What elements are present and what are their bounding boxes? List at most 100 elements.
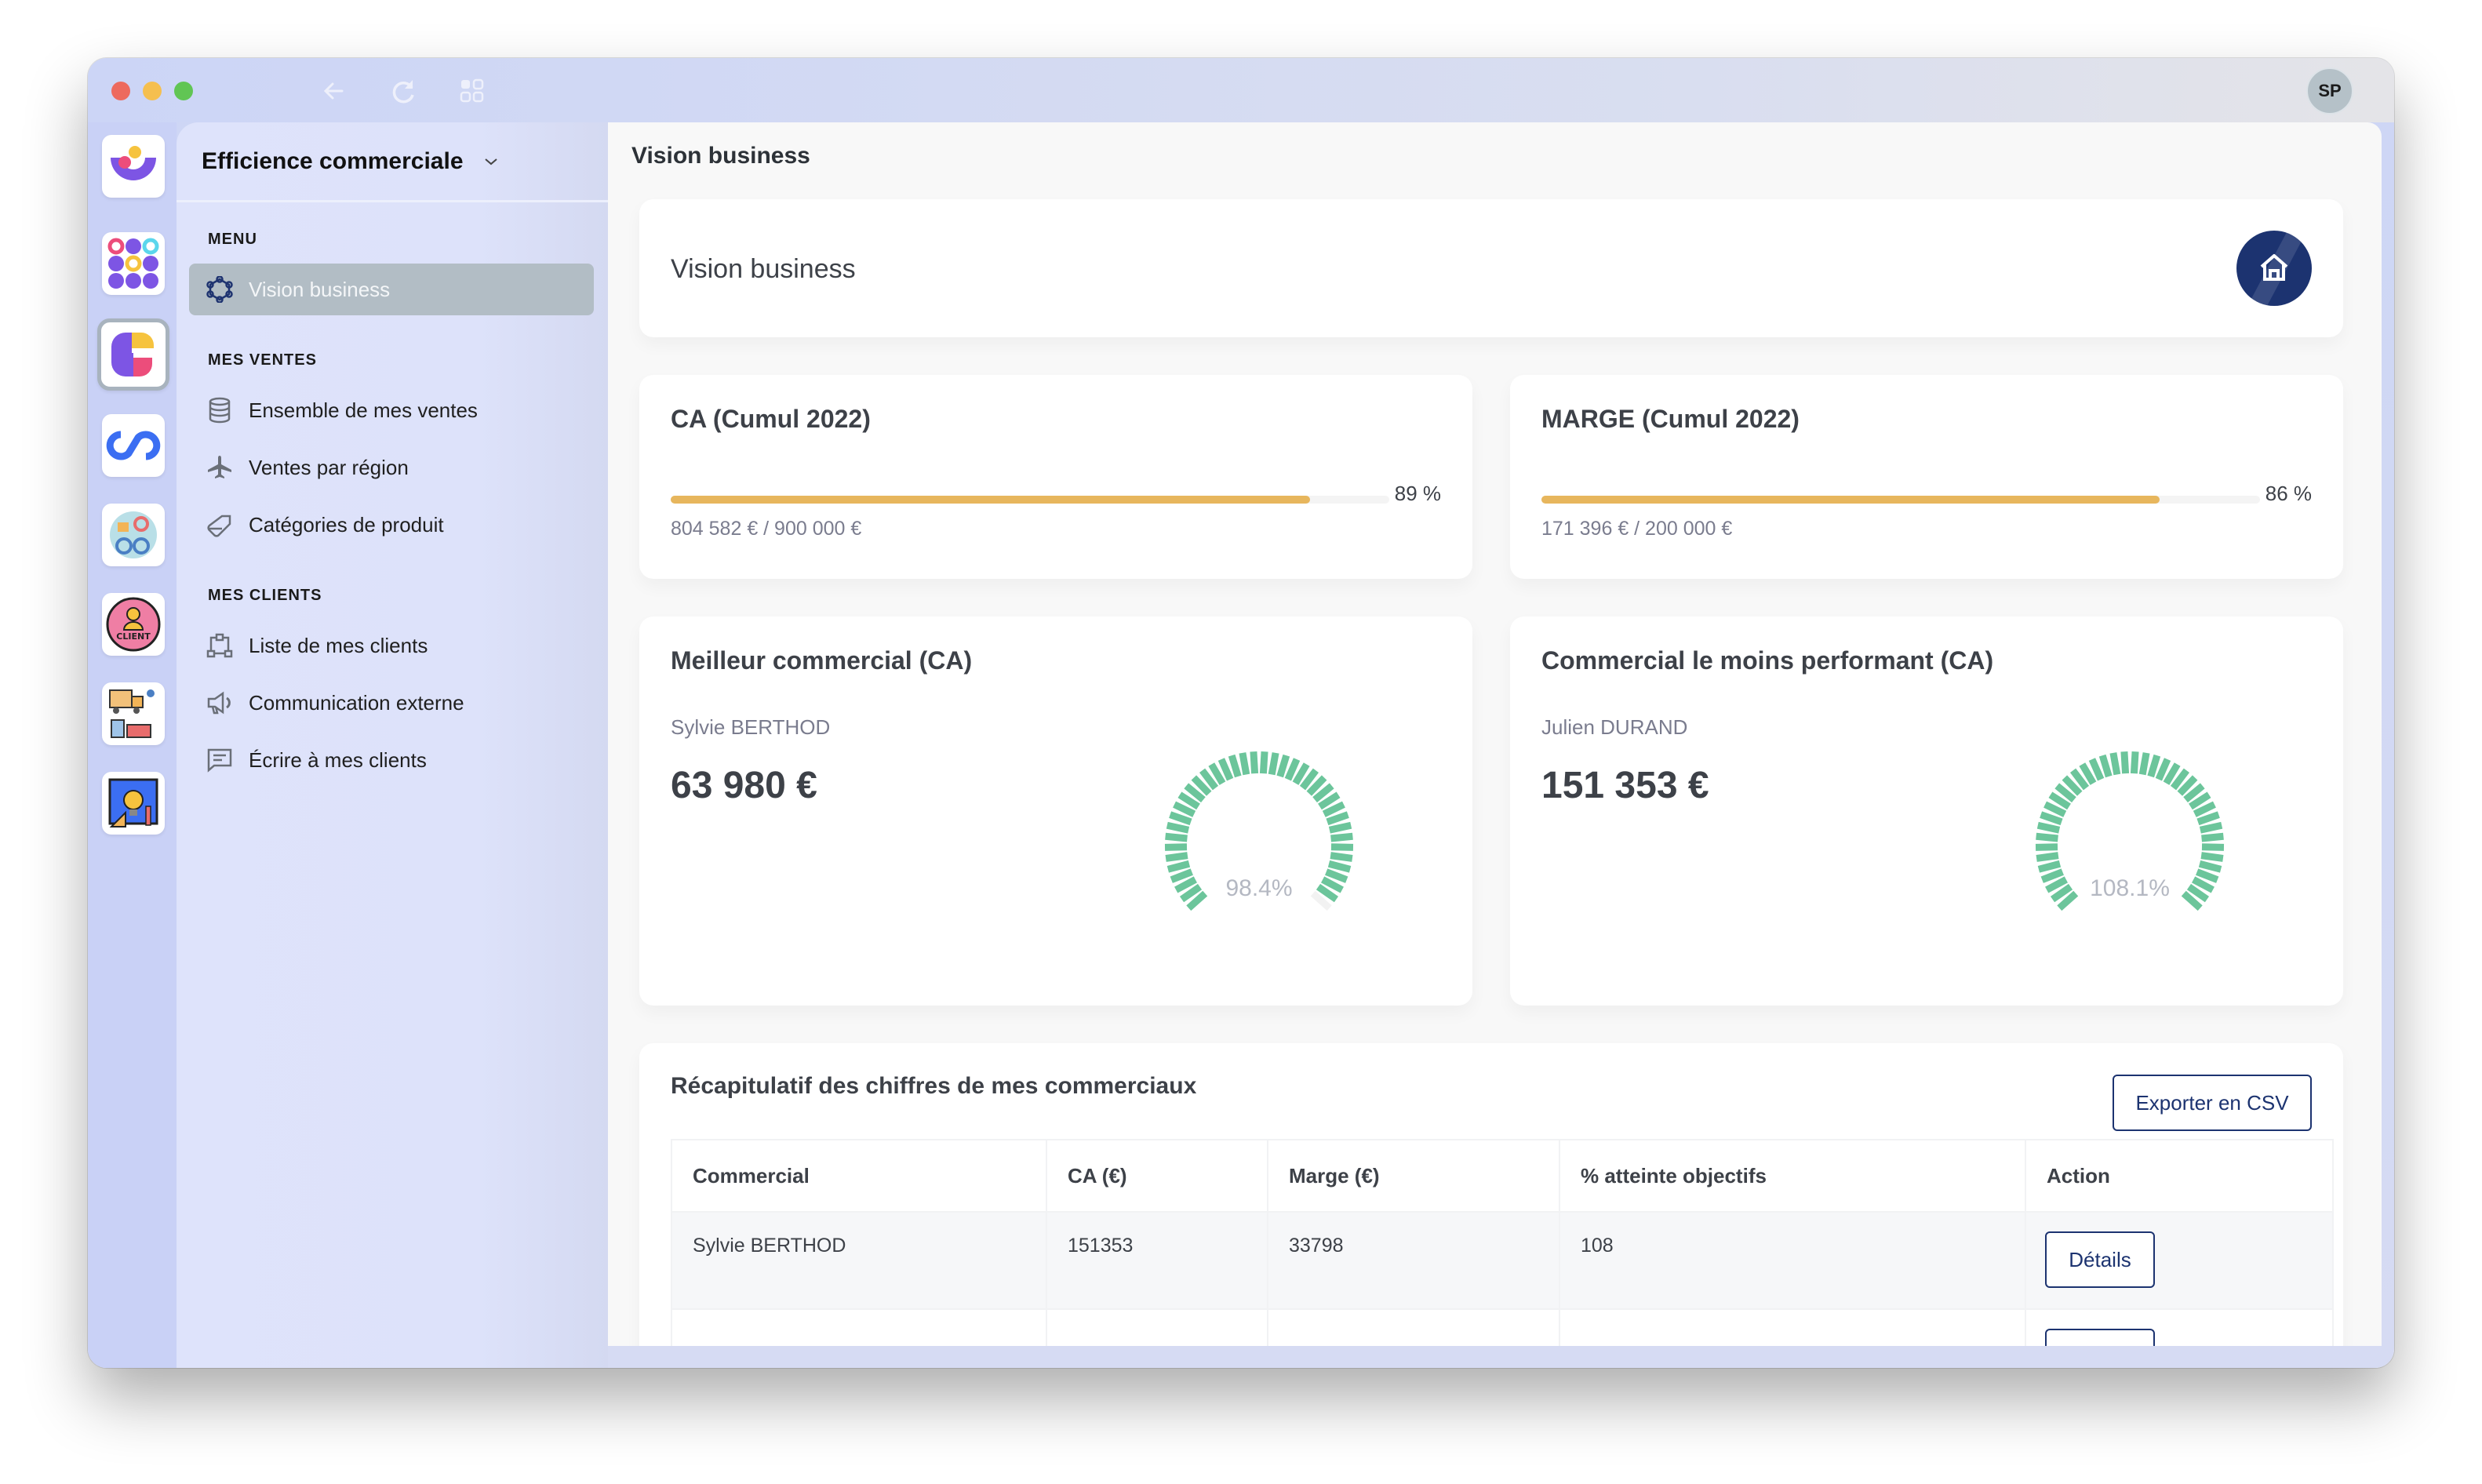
sidebar-item-categories-produit[interactable]: Catégories de produit xyxy=(189,499,594,551)
gauge-segment xyxy=(2201,843,2225,851)
sidebar-item-communication-externe[interactable]: Communication externe xyxy=(189,677,594,729)
section-menu: MENU xyxy=(208,231,257,248)
column-header-action: Action xyxy=(2025,1139,2334,1213)
gauge-segment xyxy=(1259,751,1268,774)
sidebar-item-label: Ensemble de mes ventes xyxy=(249,398,478,422)
gauge-segment xyxy=(1250,751,1259,774)
sidebar-item-label: Liste de mes clients xyxy=(249,633,428,657)
home-button[interactable] xyxy=(2236,231,2312,306)
header-card: Vision business xyxy=(639,199,2343,337)
marge-card: MARGE (Cumul 2022) 86 % 171 396 € / 200 … xyxy=(1510,375,2343,579)
gauge-segment xyxy=(2155,758,2171,781)
export-csv-button[interactable]: Exporter en CSV xyxy=(2113,1075,2312,1131)
sidebar-item-label: Écrire à mes clients xyxy=(249,747,427,772)
gauge-segment xyxy=(1164,843,1188,851)
gauge-segment xyxy=(1330,843,1354,851)
chevron-down-icon xyxy=(484,152,498,170)
gauge-segment xyxy=(2196,811,2220,826)
plane-icon xyxy=(206,454,233,481)
gauge-segment xyxy=(2200,852,2224,862)
gauge-segment xyxy=(1276,754,1290,778)
recap-table: Commercial CA (€) Marge (€) % atteinte o… xyxy=(671,1139,2334,1346)
logistics-app-icon[interactable] xyxy=(102,682,165,745)
cell-ca xyxy=(1046,1308,1268,1346)
gauge-segment xyxy=(1268,752,1279,776)
worst-commercial-card: Commercial le moins performant (CA) Juli… xyxy=(1510,617,2343,1006)
cell-commercial xyxy=(671,1308,1047,1346)
titlebar: SP xyxy=(88,58,2394,122)
column-header-marge[interactable]: Marge (€) xyxy=(1267,1139,1560,1213)
svg-text:CLIENT: CLIENT xyxy=(116,631,151,642)
gauge-segment xyxy=(1165,852,1188,862)
cell-ca: 151353 xyxy=(1046,1211,1268,1310)
sidebar-item-vision-business[interactable]: Vision business xyxy=(189,264,594,315)
infinity-app-icon[interactable] xyxy=(102,414,165,477)
network-icon xyxy=(206,276,233,303)
column-header-commercial[interactable]: Commercial xyxy=(671,1139,1047,1213)
gauge-segment xyxy=(2098,754,2113,778)
maximize-window-button[interactable] xyxy=(174,82,193,100)
ca-values: 804 582 € / 900 000 € xyxy=(671,518,862,540)
user-avatar[interactable]: SP xyxy=(2306,67,2353,115)
table-header-row: Commercial CA (€) Marge (€) % atteinte o… xyxy=(671,1139,2334,1213)
column-header-pct[interactable]: % atteinte objectifs xyxy=(1559,1139,2026,1213)
gauge-segment xyxy=(2036,852,2059,862)
back-arrow-icon[interactable] xyxy=(315,72,353,110)
sidebar: Efficience commerciale MENU Vision busin… xyxy=(177,122,608,1368)
gauge-segment xyxy=(2138,752,2150,776)
gauge-segment xyxy=(2147,754,2161,778)
gauge-segment xyxy=(1284,758,1301,781)
worst-value: 151 353 € xyxy=(1541,765,1709,806)
gauge-segment xyxy=(1228,754,1242,778)
best-value: 63 980 € xyxy=(671,765,817,806)
efficience-app-icon[interactable] xyxy=(97,318,169,391)
section-mes-ventes: MES VENTES xyxy=(208,351,317,369)
logo-app-icon[interactable] xyxy=(102,135,165,198)
ca-title: CA (Cumul 2022) xyxy=(671,405,871,433)
sidebar-item-label: Catégories de produit xyxy=(249,512,444,536)
gauge-segment xyxy=(1165,832,1188,842)
sidebar-item-ensemble-ventes[interactable]: Ensemble de mes ventes xyxy=(189,384,594,436)
reload-icon[interactable] xyxy=(384,72,422,110)
marge-title: MARGE (Cumul 2022) xyxy=(1541,405,1800,433)
hierarchy-icon xyxy=(206,632,233,659)
gauge-segment xyxy=(1326,811,1349,826)
gauge-segment xyxy=(2037,860,2062,873)
gauge-segment xyxy=(2198,860,2222,873)
gauge-segment xyxy=(2109,752,2121,776)
page-title: Vision business xyxy=(671,254,856,284)
minimize-window-button[interactable] xyxy=(143,82,162,100)
message-icon xyxy=(206,747,233,773)
tag-icon xyxy=(206,511,233,538)
client-app-icon[interactable]: CLIENT xyxy=(102,593,165,656)
sidebar-item-ventes-region[interactable]: Ventes par région xyxy=(189,442,594,493)
ca-progress-bar xyxy=(671,496,1389,504)
cell-action: Détails xyxy=(2025,1211,2334,1310)
details-button[interactable]: Détails xyxy=(2045,1329,2155,1346)
section-mes-clients: MES CLIENTS xyxy=(208,587,322,604)
sidebar-item-liste-clients[interactable]: Liste de mes clients xyxy=(189,620,594,671)
marge-progress-bar xyxy=(1541,496,2260,504)
column-header-ca[interactable]: CA (€) xyxy=(1046,1139,1268,1213)
ideas-app-icon[interactable] xyxy=(102,772,165,835)
app-switcher[interactable]: Efficience commerciale xyxy=(177,122,608,202)
gauge-segment xyxy=(1327,860,1352,873)
sidebar-item-ecrire-clients[interactable]: Écrire à mes clients xyxy=(189,734,594,786)
dots-grid-app-icon[interactable] xyxy=(102,232,165,295)
gauge-segment xyxy=(2201,832,2224,842)
cell-marge: 33798 xyxy=(1267,1211,1560,1310)
gauge-segment xyxy=(1166,821,1190,834)
best-gauge-label: 98.4% xyxy=(1225,875,1293,901)
gauge-segment xyxy=(2036,821,2061,834)
close-window-button[interactable] xyxy=(111,82,130,100)
gauge-segment xyxy=(1330,852,1353,862)
marge-percent: 86 % xyxy=(2265,482,2312,505)
worst-gauge-label: 108.1% xyxy=(2090,875,2170,901)
apps-grid-icon[interactable] xyxy=(453,72,491,110)
details-button[interactable]: Détails xyxy=(2045,1231,2155,1288)
recap-card: Récapitulatif des chiffres de mes commer… xyxy=(639,1043,2343,1346)
main-content: Vision business Vision business CA (Cumu… xyxy=(608,122,2382,1346)
gauge-segment xyxy=(1166,860,1191,873)
network-app-icon[interactable] xyxy=(102,504,165,566)
recap-title: Récapitulatif des chiffres de mes commer… xyxy=(671,1073,1197,1099)
